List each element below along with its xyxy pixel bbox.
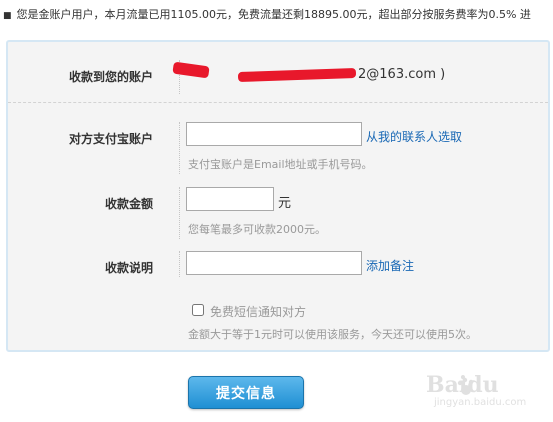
label-separator	[179, 122, 180, 174]
paw-icon	[457, 377, 474, 395]
sms-notify-hint: 金额大于等于1元时可以使用该服务，今天还可以使用5次。	[188, 328, 477, 341]
label-separator	[179, 187, 180, 239]
bullet-icon: ■	[3, 11, 12, 21]
account-notice: ■ 您是金账户用户，本月流量已用1105.00元，免费流量还剩18895.00元，…	[0, 0, 553, 30]
sms-notify-checkbox[interactable]	[192, 304, 204, 316]
submit-button[interactable]: 提交信息	[188, 376, 304, 409]
label-separator	[179, 251, 180, 277]
section-divider	[8, 102, 548, 103]
account-label: 收款到您的账户	[68, 70, 153, 84]
note-input[interactable]	[186, 251, 362, 275]
receive-payment-form: 收款到您的账户 2@163.com ) 对方支付宝账户 从我的联系人选取 支付宝…	[6, 40, 550, 352]
amount-unit: 元	[278, 196, 292, 211]
watermark-url: jingyan.baidu.com	[434, 397, 527, 408]
payer-account-hint: 支付宝账户是Email地址或手机号码。	[188, 158, 373, 171]
add-note-link[interactable]: 添加备注	[366, 257, 414, 274]
payer-account-label: 对方支付宝账户	[68, 132, 153, 146]
amount-hint: 您每笔最多可收款2000元。	[188, 223, 326, 236]
notice-text: 您是金账户用户，本月流量已用1105.00元，免费流量还剩18895.00元，超…	[16, 8, 531, 21]
select-from-contacts-link[interactable]: 从我的联系人选取	[366, 128, 462, 145]
amount-label: 收款金额	[104, 197, 153, 211]
note-label: 收款说明	[104, 261, 153, 275]
sms-notify-label: 免费短信通知对方	[210, 305, 307, 319]
redaction-mark	[172, 61, 210, 79]
amount-input[interactable]	[186, 187, 274, 211]
baidu-watermark: Baidu jingyan.baidu.com	[418, 372, 553, 422]
payer-account-input[interactable]	[186, 122, 362, 146]
account-email-suffix: 2@163.com )	[358, 67, 446, 82]
